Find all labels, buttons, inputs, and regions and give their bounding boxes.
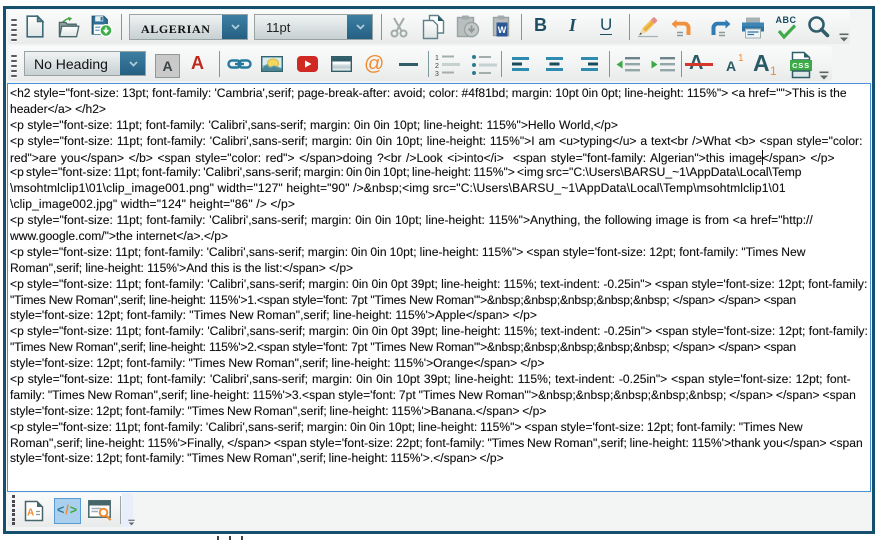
- svg-text:1: 1: [435, 55, 439, 62]
- svg-text:3: 3: [435, 71, 439, 77]
- svg-text:2: 2: [435, 63, 439, 70]
- svg-text:CSS: CSS: [792, 61, 810, 70]
- svg-text:W: W: [498, 25, 507, 35]
- svg-text:A: A: [27, 508, 34, 519]
